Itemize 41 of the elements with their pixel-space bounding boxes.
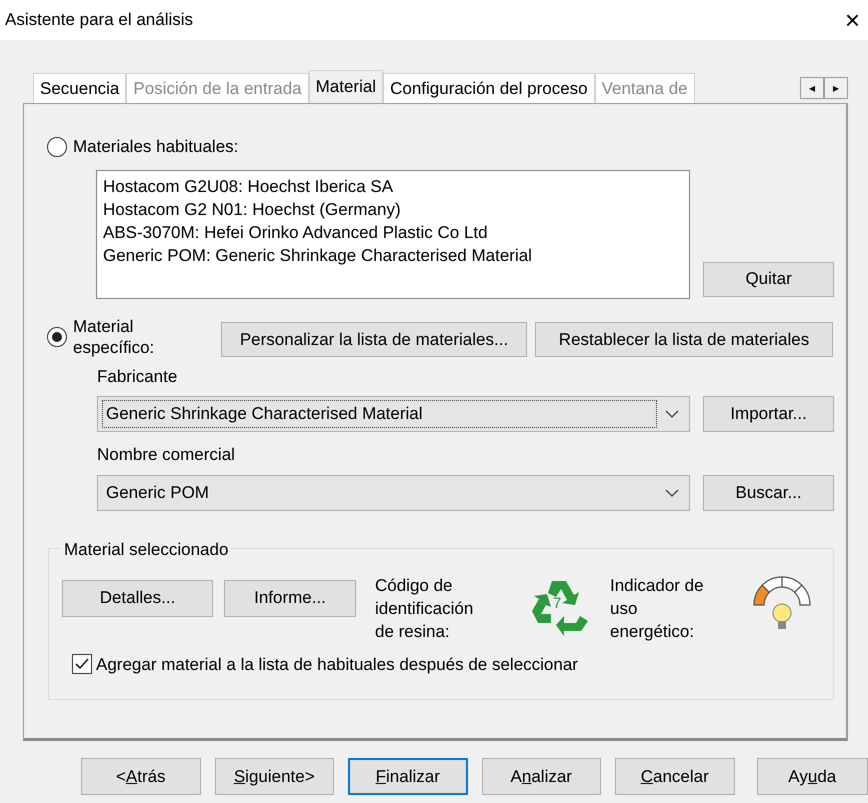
window-title: Asistente para el análisis	[5, 9, 194, 32]
tab-scroll-button[interactable]: ▸	[824, 77, 848, 99]
list-item[interactable]: ABS-3070M: Hefei Orinko Advanced Plastic Co Ltd	[103, 220, 684, 244]
footer-button[interactable]: Siguiente>	[214, 758, 334, 795]
footer-button[interactable]: Analizar	[482, 758, 601, 795]
chevron-down-icon	[665, 488, 680, 496]
checkbox-label: Agregar material a la lista de habituales después de seleccionar	[96, 654, 578, 676]
details-button[interactable]: Detalles...	[62, 580, 213, 616]
dropdown-action-button[interactable]: Buscar...	[703, 474, 834, 510]
close-button[interactable]: ×	[844, 7, 860, 33]
materials-listbox[interactable]: Hostacom G2U08: Hoechst Iberica SA Hostacom G2 N01: Hoechst (Germany) ABS-3070M: Hefei Orinko Advanced Plastic Co Ltd Generic POM: Generic Shrinkage Characterised Material	[96, 170, 690, 298]
list-item[interactable]: Hostacom G2 N01: Hoechst (Germany)	[103, 198, 684, 220]
checkbox[interactable]	[72, 654, 92, 674]
radio-button[interactable]	[47, 136, 67, 157]
resin-code-number: 7	[553, 596, 562, 610]
list-item[interactable]: Hostacom G2U08: Hoechst Iberica SA	[103, 174, 684, 198]
dropdown[interactable]: Generic Shrinkage Characterised Material	[97, 396, 690, 432]
dropdown-action-button[interactable]: Importar...	[703, 396, 834, 432]
reset-list-button[interactable]: Restablecer la lista de materiales	[535, 322, 833, 357]
field-label: Fabricante	[97, 366, 178, 388]
checkmark-icon	[75, 658, 89, 670]
list-item[interactable]: Generic POM: Generic Shrinkage Characterised Material	[103, 244, 684, 266]
customize-list-button[interactable]: Personalizar la lista de materiales...	[221, 322, 527, 357]
report-button[interactable]: Informe...	[224, 580, 356, 616]
field-label: Nombre comercial	[97, 444, 235, 466]
energy-indicator-label: Indicador de uso energético:	[610, 574, 705, 642]
footer-button[interactable]: <Atrás	[81, 758, 200, 795]
radio-label: Materiales habituales:	[73, 136, 238, 158]
resin-code-label: Código de identificación de resina:	[375, 574, 474, 642]
chevron-down-icon	[665, 410, 680, 418]
footer-button[interactable]: Ayuda	[756, 758, 868, 795]
radio-button[interactable]	[47, 326, 67, 346]
tab-scroll-button[interactable]: ◂	[800, 77, 824, 99]
tab[interactable]: Secuencia	[33, 73, 126, 103]
footer-button[interactable]: Cancelar	[615, 758, 734, 795]
tab[interactable]: Material	[308, 70, 384, 103]
dropdown[interactable]: Generic POM	[97, 474, 690, 510]
remove-button[interactable]: Quitar	[703, 262, 834, 296]
footer-button[interactable]: Finalizar	[348, 758, 468, 795]
tab[interactable]: Configuración del proceso	[383, 73, 595, 103]
radio-label: Material específico:	[73, 316, 154, 358]
